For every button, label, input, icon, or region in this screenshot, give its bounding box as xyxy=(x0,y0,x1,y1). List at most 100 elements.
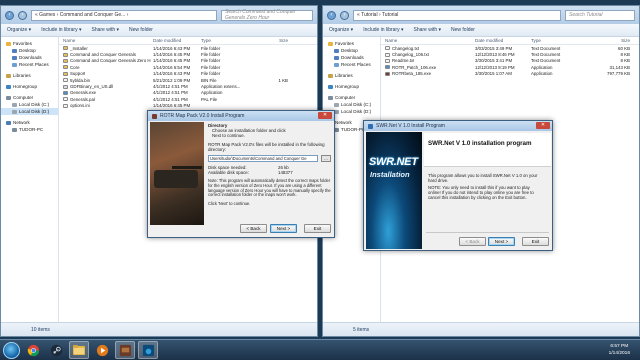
close-icon[interactable]: ✕ xyxy=(536,122,550,129)
breadcrumb[interactable]: « Games › Command and Conquer Ge... › xyxy=(31,9,217,21)
sidebar-item-libraries[interactable]: Libraries xyxy=(1,72,58,79)
next-button[interactable]: Next > xyxy=(488,237,515,246)
back-button[interactable]: < Back xyxy=(240,224,267,233)
file-name: 5yblda.bin xyxy=(70,77,91,83)
app-icon xyxy=(368,123,373,129)
forward-arrow-icon[interactable]: › xyxy=(18,10,27,20)
table-row[interactable]: Readme.txt 3/30/2015 3:41 PM Text Document… xyxy=(381,58,639,64)
sidebar-item-desktop[interactable]: Desktop xyxy=(323,47,380,54)
exit-button[interactable]: Exit xyxy=(522,237,549,246)
col-date[interactable]: Date modified xyxy=(473,38,529,43)
next-button[interactable]: Next > xyxy=(270,224,297,233)
drive-icon xyxy=(12,109,17,114)
table-row[interactable]: options.ini 1/14/2016 6:45 PM xyxy=(59,103,317,109)
install-path-input[interactable]: Users\tudor\Documents\Command and Conque… xyxy=(208,155,318,162)
table-row[interactable]: Changelog_106.txt 12/12/2013 8:46 PM Text … xyxy=(381,51,639,57)
col-name[interactable]: Name xyxy=(59,38,151,43)
file-type: Application extens... xyxy=(201,84,241,90)
table-row[interactable]: Changelog.txt 3/03/2015 3:49 PM Text Docum… xyxy=(381,45,639,51)
share-with-button[interactable]: Share with ▾ xyxy=(92,27,120,33)
start-orb-icon[interactable] xyxy=(3,341,20,359)
sidebar-item-favorites[interactable]: Favorites xyxy=(323,40,380,47)
recent-places-icon xyxy=(12,62,17,67)
sidebar-item-label: Network xyxy=(13,120,30,125)
file-name-cell: options.ini xyxy=(59,103,151,108)
include-library-button[interactable]: Include in library ▾ xyxy=(363,27,403,33)
col-type[interactable]: Type xyxy=(199,38,251,43)
sidebar-item-label: Homegroup xyxy=(335,84,360,89)
share-with-button[interactable]: Share with ▾ xyxy=(414,27,442,33)
explorer-icon[interactable] xyxy=(69,341,89,359)
sidebar-item-label: Favorites xyxy=(13,41,32,46)
sidebar-item-network[interactable]: Network xyxy=(1,119,58,126)
swr-logo-subtitle: Installation xyxy=(370,170,410,179)
sidebar-item-downloads[interactable]: Downloads xyxy=(323,54,380,61)
star-icon xyxy=(6,41,11,46)
file-type: BIN File xyxy=(201,77,217,83)
col-size[interactable]: Size xyxy=(251,38,291,43)
sidebar-item-recent-places[interactable]: Recent Places xyxy=(323,61,380,68)
file-icon xyxy=(63,97,68,102)
exit-button[interactable]: Exit xyxy=(304,224,331,233)
col-date[interactable]: Date modified xyxy=(151,38,199,43)
sidebar-item-recent-places[interactable]: Recent Places xyxy=(1,61,58,68)
libraries-icon xyxy=(328,73,333,78)
network-icon xyxy=(6,120,11,125)
search-input[interactable]: Search Tutorial xyxy=(565,9,635,21)
organize-button[interactable]: Organize ▾ xyxy=(7,27,31,33)
col-name[interactable]: Name xyxy=(381,38,473,43)
system-clock[interactable]: 6:57 PM 1/14/2016 xyxy=(609,343,630,357)
installer-taskbar-icon[interactable] xyxy=(115,341,135,359)
forward-arrow-icon[interactable]: › xyxy=(340,10,349,20)
exe-icon xyxy=(385,71,390,76)
back-arrow-icon[interactable]: ‹ xyxy=(5,10,14,20)
right-address-bar: ‹ › « Tutorial › Tutorial Search Tutoria… xyxy=(323,6,639,24)
media-player-icon[interactable] xyxy=(92,341,112,359)
sidebar-item-computer[interactable]: Computer xyxy=(1,94,58,101)
sidebar-item-homegroup[interactable]: Homegroup xyxy=(1,83,58,90)
sidebar-item-favorites[interactable]: Favorites xyxy=(1,40,58,47)
dialog-heading: SWR.Net V 1.0 installation program xyxy=(428,140,532,147)
sidebar-item-local-disk-c[interactable]: Local Disk (C:) xyxy=(323,101,380,108)
file-type: Text Document xyxy=(531,45,561,51)
organize-button[interactable]: Organize ▾ xyxy=(329,27,353,33)
new-folder-button[interactable]: New folder xyxy=(129,27,153,33)
file-name-cell: Core xyxy=(59,65,151,70)
swr-installer-dialog: SWR.Net V 1.0 Install Program ✕ SWR.NET … xyxy=(363,120,553,251)
sidebar-item-label: Desktop xyxy=(19,48,36,53)
file-name: Support xyxy=(70,71,86,77)
table-row[interactable]: ROTRbeta_185.exe 3/30/2015 1:07 AM Applica… xyxy=(381,71,639,77)
chrome-icon[interactable] xyxy=(23,341,43,359)
text-file-icon xyxy=(385,58,390,63)
installer2-taskbar-icon[interactable] xyxy=(138,341,158,359)
file-name: Readme.txt xyxy=(392,58,415,64)
table-row[interactable]: ROTR_Patch_106.exe 12/12/2013 8:19 PM Appl… xyxy=(381,64,639,70)
star-icon xyxy=(328,41,333,46)
sidebar-item-label: Homegroup xyxy=(13,84,38,89)
back-arrow-icon[interactable]: ‹ xyxy=(327,10,336,20)
file-type: Application xyxy=(201,90,223,96)
back-button[interactable]: < Back xyxy=(459,237,486,246)
sidebar-item-local-disk-d[interactable]: Local Disk (D:) xyxy=(1,108,58,115)
sidebar-item-computer[interactable]: Computer xyxy=(323,94,380,101)
browse-button[interactable]: ... xyxy=(321,155,331,162)
steam-icon[interactable] xyxy=(46,341,66,359)
exe-icon xyxy=(63,90,68,95)
table-row[interactable]: 5yblda.bin 5/21/2012 1:09 PM BIN File 1 KB xyxy=(59,77,317,83)
sidebar-item-libraries[interactable]: Libraries xyxy=(323,72,380,79)
close-icon[interactable]: ✕ xyxy=(318,112,332,119)
new-folder-button[interactable]: New folder xyxy=(451,27,475,33)
search-input[interactable]: Search Command and Conquer Generals Zero… xyxy=(221,9,313,21)
col-type[interactable]: Type xyxy=(529,38,583,43)
sidebar-item-local-disk-c[interactable]: Local Disk (C:) xyxy=(1,101,58,108)
sidebar-item-homegroup[interactable]: Homegroup xyxy=(323,83,380,90)
include-library-button[interactable]: Include in library ▾ xyxy=(41,27,81,33)
drive-icon xyxy=(334,102,339,107)
sidebar-item-tudor-pc[interactable]: TUDOR-PC xyxy=(1,126,58,133)
sidebar-item-desktop[interactable]: Desktop xyxy=(1,47,58,54)
col-size[interactable]: Size xyxy=(583,38,633,43)
desktop-icon xyxy=(12,48,17,53)
sidebar-item-downloads[interactable]: Downloads xyxy=(1,54,58,61)
breadcrumb[interactable]: « Tutorial › Tutorial xyxy=(353,9,561,21)
folder-icon xyxy=(63,71,68,76)
